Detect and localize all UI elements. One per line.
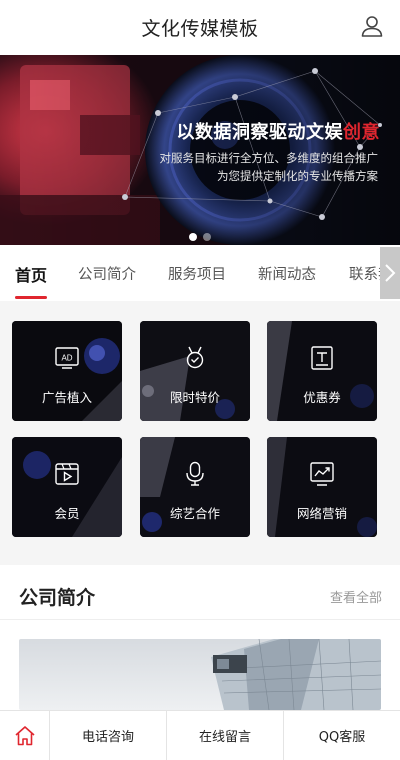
- card-background: [12, 437, 122, 537]
- app-header: 文化传媒模板: [0, 0, 400, 55]
- grid-item-label: 优惠券: [303, 390, 341, 405]
- card-background: [267, 437, 377, 537]
- phone-consult-button[interactable]: 电话咨询: [50, 711, 167, 760]
- section-divider: [0, 619, 400, 620]
- hero-banner[interactable]: 以数据洞察驱动文娱创意 对服务目标进行全方位、多维度的组合推广 为您提供定制化的…: [0, 55, 400, 245]
- qq-service-button[interactable]: QQ客服: [284, 711, 400, 760]
- video-icon: [55, 463, 79, 485]
- banner-headline: 以数据洞察驱动文娱创意: [176, 122, 380, 143]
- active-tab-indicator: [15, 296, 47, 299]
- grid-item-coupon[interactable]: 优惠券: [267, 321, 377, 421]
- grid-item-member[interactable]: 会员: [12, 437, 122, 537]
- nav-tabs: 首页 公司简介 服务项目 新闻动态 联系我们: [0, 245, 400, 301]
- company-intro-section: 公司简介 查看全部: [0, 565, 400, 710]
- page-title: 文化传媒模板: [141, 18, 259, 40]
- carousel-dot[interactable]: [189, 233, 197, 241]
- carousel-dot[interactable]: [203, 233, 211, 241]
- ad-icon: AD: [55, 347, 79, 369]
- grid-item-label: 广告植入: [41, 390, 92, 405]
- grid-item-ad[interactable]: AD 广告植入: [12, 321, 122, 421]
- bottom-bar: 电话咨询 在线留言 QQ客服: [0, 710, 400, 760]
- banner-subline-2: 为您提供定制化的专业传播方案: [217, 169, 378, 183]
- tab-services[interactable]: 服务项目: [168, 263, 226, 284]
- carousel-dots: [189, 233, 211, 241]
- microphone-icon: [186, 461, 204, 486]
- svg-text:AD: AD: [61, 354, 72, 363]
- company-building-image[interactable]: [19, 639, 381, 710]
- card-background: [267, 321, 377, 421]
- tab-home[interactable]: 首页: [15, 262, 47, 286]
- view-all-link[interactable]: 查看全部: [330, 587, 382, 606]
- section-title: 公司简介: [19, 587, 96, 609]
- grid-item-special[interactable]: 限时特价: [140, 321, 250, 421]
- grid-item-label: 综艺合作: [169, 506, 220, 521]
- grid-item-label: 限时特价: [169, 390, 220, 405]
- home-icon: [14, 725, 35, 745]
- chart-icon: [310, 462, 334, 486]
- grid-item-label: 会员: [54, 506, 80, 521]
- tabs-scroll-button[interactable]: [380, 247, 400, 299]
- online-message-button[interactable]: 在线留言: [167, 711, 284, 760]
- tab-news[interactable]: 新闻动态: [258, 263, 316, 284]
- user-icon[interactable]: [360, 14, 384, 38]
- card-background: [140, 321, 250, 421]
- tab-company-intro[interactable]: 公司简介: [78, 263, 136, 284]
- grid-item-variety[interactable]: 综艺合作: [140, 437, 250, 537]
- banner-subline-1: 对服务目标进行全方位、多维度的组合推广: [159, 151, 379, 165]
- grid-item-marketing[interactable]: 网络营销: [267, 437, 377, 537]
- service-grid: AD 广告植入 限时特价 优惠券 会员 综艺合作 网络营销: [0, 301, 400, 565]
- card-background: [12, 321, 122, 421]
- grid-item-label: 网络营销: [296, 506, 347, 521]
- chevron-right-icon: [385, 264, 396, 282]
- medal-icon: [186, 346, 204, 369]
- coupon-icon: [311, 346, 333, 370]
- card-background: [140, 437, 250, 537]
- home-button[interactable]: [0, 711, 50, 760]
